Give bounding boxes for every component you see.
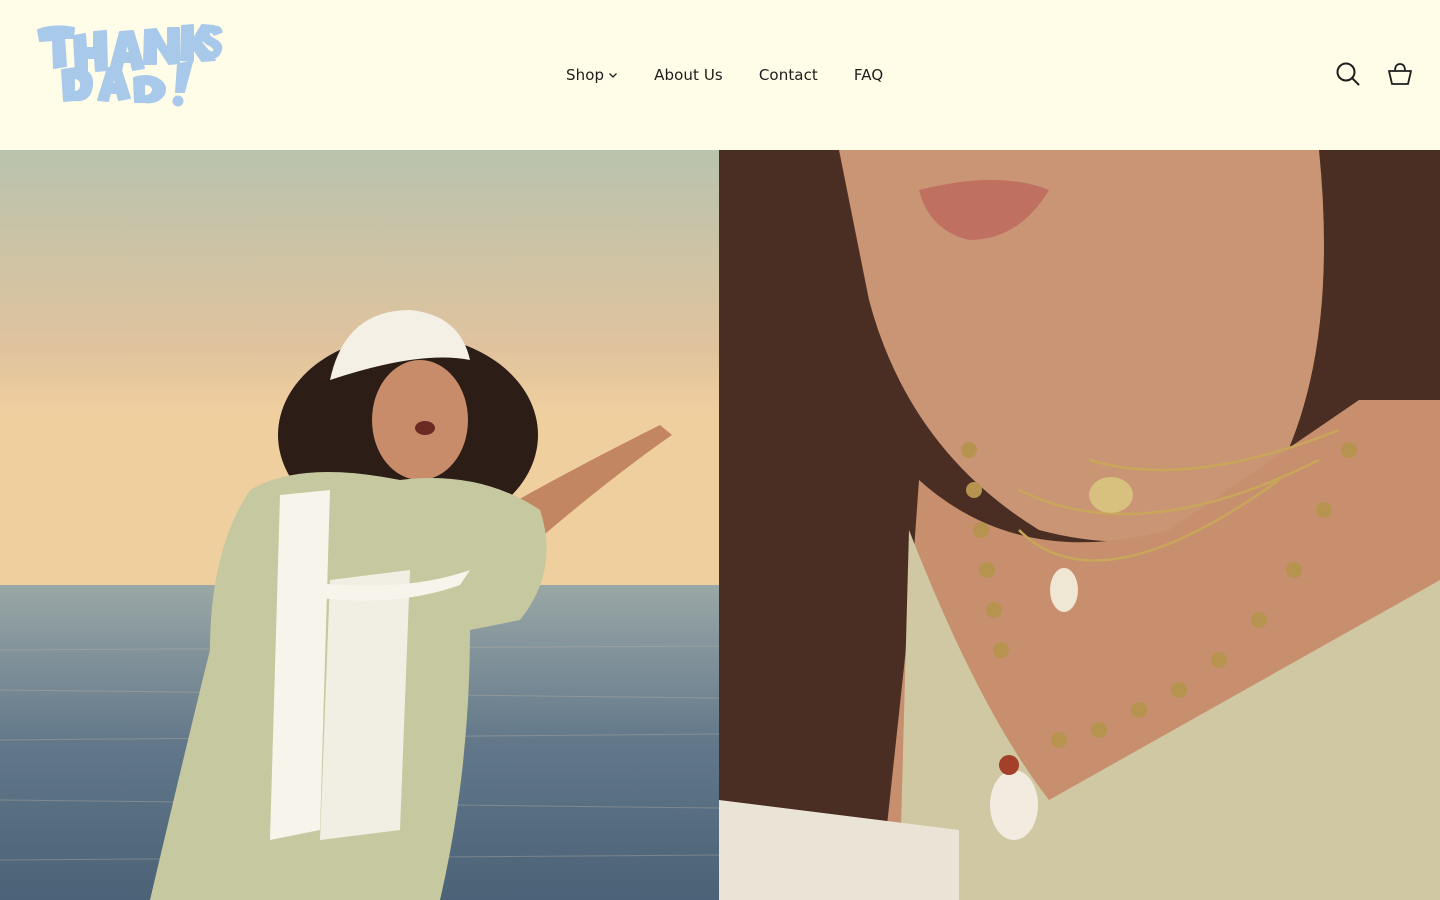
woman-pointing-at-sea-image — [0, 150, 719, 900]
nav-item-shop-label: Shop — [566, 66, 605, 84]
hero-image-left[interactable] — [0, 150, 719, 900]
nav-item-contact[interactable]: Contact — [759, 64, 818, 86]
search-icon — [1336, 62, 1360, 86]
chevron-down-icon — [609, 73, 618, 78]
hero-section — [0, 150, 1440, 900]
shopping-basket-icon — [1388, 63, 1412, 85]
nav-item-shop[interactable]: Shop — [566, 64, 618, 86]
search-button[interactable] — [1334, 60, 1362, 88]
cart-button[interactable] — [1386, 60, 1414, 88]
nav-item-faq-label: FAQ — [853, 66, 884, 84]
hero-image-right[interactable] — [719, 150, 1440, 900]
site-header: Shop About Us Contact FAQ — [0, 0, 1440, 150]
header-actions — [1334, 60, 1414, 88]
logo-wordmark — [37, 24, 223, 107]
nav-item-about-us-label: About Us — [654, 66, 723, 84]
nav-item-about-us[interactable]: About Us — [654, 64, 723, 86]
main-nav: Shop About Us Contact FAQ — [566, 64, 883, 86]
nav-item-contact-label: Contact — [758, 66, 818, 84]
necklaces-closeup-image — [719, 150, 1440, 900]
brand-logo[interactable] — [34, 18, 224, 108]
nav-item-faq[interactable]: FAQ — [854, 64, 883, 86]
